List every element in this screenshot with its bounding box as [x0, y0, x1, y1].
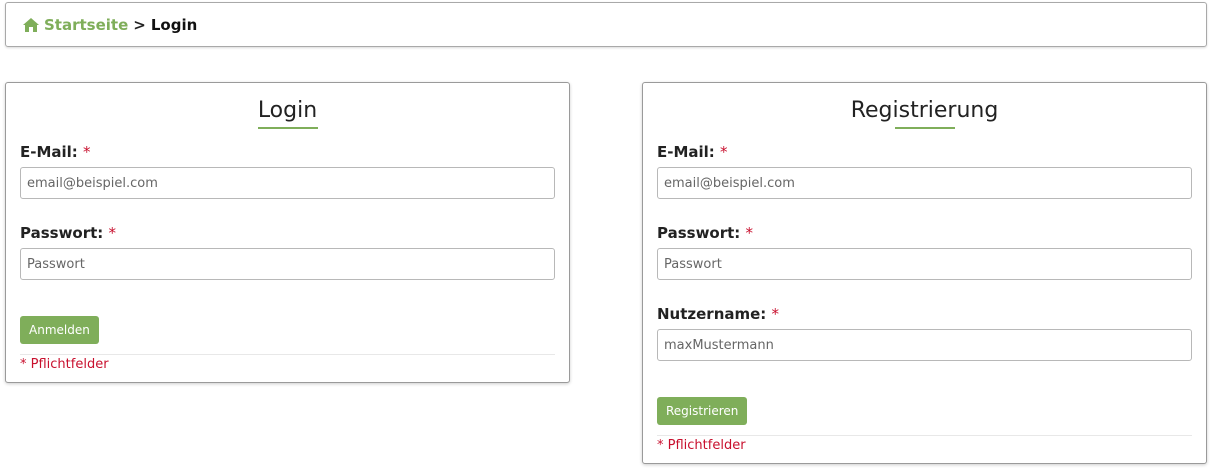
- register-password-label-text: Passwort:: [657, 224, 741, 242]
- required-marker: *: [108, 224, 117, 242]
- required-marker: *: [83, 143, 91, 161]
- register-divider: [657, 435, 1192, 436]
- register-email-input[interactable]: [657, 167, 1192, 199]
- breadcrumb-current: Login: [150, 15, 198, 34]
- register-username-field: Nutzername: *: [657, 305, 1192, 361]
- login-actions: Anmelden: [20, 316, 555, 344]
- login-email-label-text: E-Mail:: [20, 143, 78, 161]
- breadcrumb-separator: >: [133, 15, 146, 34]
- breadcrumb: Startseite > Login: [5, 2, 1207, 47]
- required-marker: *: [745, 224, 754, 242]
- register-email-label: E-Mail: *: [657, 143, 1192, 161]
- login-email-input[interactable]: [20, 167, 555, 199]
- login-password-label-text: Passwort:: [20, 224, 104, 242]
- home-icon[interactable]: [22, 17, 40, 33]
- register-email-field: E-Mail: *: [657, 143, 1192, 199]
- required-marker: *: [771, 305, 780, 323]
- register-username-label-text: Nutzername:: [657, 305, 767, 323]
- login-password-field: Passwort: *: [20, 224, 555, 280]
- breadcrumb-home-link[interactable]: Startseite: [44, 16, 128, 34]
- login-email-field: E-Mail: *: [20, 143, 555, 199]
- login-divider: [20, 354, 555, 355]
- register-password-label: Passwort: *: [657, 224, 1192, 242]
- register-required-note: * Pflichtfelder: [657, 438, 746, 453]
- register-password-field: Passwort: *: [657, 224, 1192, 280]
- register-panel: Registrierung E-Mail: * Passwort: * Nutz…: [642, 82, 1207, 464]
- login-password-input[interactable]: [20, 248, 555, 280]
- register-password-input[interactable]: [657, 248, 1192, 280]
- login-email-label: E-Mail: *: [20, 143, 555, 161]
- register-submit-button[interactable]: Registrieren: [657, 397, 748, 425]
- register-title-underline: [894, 127, 955, 129]
- register-title: Registrierung: [850, 98, 999, 123]
- register-username-input[interactable]: [657, 329, 1192, 361]
- login-title: Login: [257, 98, 318, 123]
- login-submit-button[interactable]: Anmelden: [20, 316, 99, 344]
- login-password-label: Passwort: *: [20, 224, 555, 242]
- login-required-note: * Pflichtfelder: [20, 357, 109, 372]
- login-title-underline: [257, 127, 318, 129]
- login-panel: Login E-Mail: * Passwort: * Anmelden * P…: [5, 82, 570, 383]
- register-username-label: Nutzername: *: [657, 305, 1192, 323]
- register-actions: Registrieren: [657, 397, 1192, 425]
- register-email-label-text: E-Mail:: [657, 143, 715, 161]
- required-marker: *: [720, 143, 728, 161]
